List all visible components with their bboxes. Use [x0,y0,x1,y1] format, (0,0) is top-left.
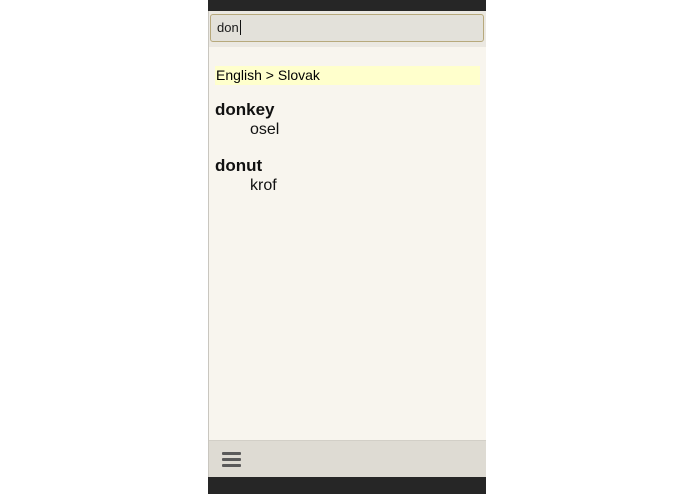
search-input[interactable]: don [210,14,484,42]
results-list: English > Slovak donkey osel donut krof [215,66,480,195]
menu-icon-bar [222,458,241,461]
phone-screen: don English > Slovak donkey osel donut k… [208,0,486,494]
status-bar [208,0,486,11]
text-caret [239,20,241,35]
search-input-value: don [217,20,239,35]
menu-icon-bar [222,464,241,467]
hamburger-menu-icon[interactable] [221,450,243,468]
entry-headword: donut [215,156,263,175]
language-direction-header: English > Slovak [215,66,480,85]
entry-translation: krof [250,177,277,194]
entry-headword: donkey [215,100,275,119]
navigation-bar [208,477,486,494]
search-bar: don [209,11,486,47]
menu-icon-bar [222,452,241,455]
dictionary-app: don English > Slovak donkey osel donut k… [208,11,486,478]
list-item[interactable]: donkey osel [215,100,480,139]
bottom-toolbar [209,440,486,478]
entry-translation: osel [250,121,280,138]
list-item[interactable]: donut krof [215,156,480,195]
